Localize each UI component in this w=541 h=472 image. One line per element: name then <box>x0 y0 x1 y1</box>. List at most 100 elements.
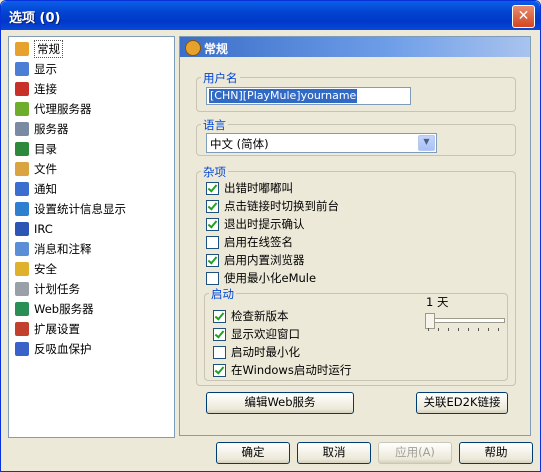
sidebar-item[interactable]: Web服务器 <box>15 299 94 319</box>
sidebar-item[interactable]: IRC <box>15 219 53 239</box>
window-title: 选项 (0) <box>9 11 61 26</box>
panel-header: 常规 <box>180 37 530 57</box>
sidebar-item-label: 通知 <box>34 182 57 196</box>
checkbox-label: 显示欢迎窗口 <box>231 327 300 341</box>
checkbox-option[interactable]: 检查新版本 <box>213 308 289 324</box>
checkbox-option[interactable]: 退出时提示确认 <box>206 216 305 232</box>
checkbox-option[interactable]: 使用最小化eMule <box>206 270 316 286</box>
notification-icon <box>15 182 29 196</box>
apply-button[interactable]: 应用(A) <box>378 442 452 464</box>
misc-label: 杂项 <box>201 164 228 180</box>
statistics-icon <box>15 202 29 216</box>
slider-tick <box>498 328 499 331</box>
checkbox-label: 在Windows启动时运行 <box>231 363 352 377</box>
sidebar-item-label: 文件 <box>34 162 57 176</box>
sidebar-item-label: 显示 <box>34 62 57 76</box>
sidebar-item-label: 反吸血保护 <box>34 342 92 356</box>
sidebar-item[interactable]: 计划任务 <box>15 279 80 299</box>
slider-tick <box>488 328 489 331</box>
language-label: 语言 <box>201 117 228 133</box>
sidebar-item-label: 扩展设置 <box>34 322 80 336</box>
connection-icon <box>15 82 29 96</box>
extension-icon <box>15 322 29 336</box>
gear-icon <box>185 40 201 56</box>
sidebar-item[interactable]: 安全 <box>15 259 57 279</box>
language-select[interactable]: 中文 (简体) ▼ <box>206 133 437 153</box>
checkbox[interactable] <box>213 345 226 359</box>
slider-thumb[interactable] <box>425 313 435 329</box>
sidebar-item[interactable]: 目录 <box>15 139 57 159</box>
username-value: [CHN][PlayMule]yourname <box>209 89 358 103</box>
checkbox[interactable] <box>206 253 219 267</box>
sidebar-item[interactable]: 反吸血保护 <box>15 339 92 359</box>
help-button[interactable]: 帮助 <box>459 442 533 464</box>
update-interval-slider[interactable] <box>425 312 505 332</box>
sidebar-item[interactable]: 通知 <box>15 179 57 199</box>
sidebar-item[interactable]: 文件 <box>15 159 57 179</box>
lock-icon <box>15 262 29 276</box>
schedule-icon <box>15 282 29 296</box>
checkbox[interactable] <box>206 235 219 249</box>
slider-track <box>425 318 505 323</box>
checkbox-label: 使用最小化eMule <box>224 271 317 285</box>
cancel-button[interactable]: 取消 <box>297 442 371 464</box>
title-bar[interactable]: 选项 (0) ✕ <box>1 1 540 30</box>
sidebar-item[interactable]: 消息和注释 <box>15 239 92 259</box>
associate-ed2k-button[interactable]: 关联ED2K链接 <box>416 392 508 414</box>
chevron-down-icon[interactable]: ▼ <box>418 135 435 151</box>
slider-tick <box>448 328 449 331</box>
sidebar-item[interactable]: 常规 <box>15 39 63 59</box>
sidebar-item[interactable]: 设置统计信息显示 <box>15 199 126 219</box>
checkbox-label: 启用内置浏览器 <box>224 253 305 267</box>
irc-icon <box>15 222 29 236</box>
sidebar-item[interactable]: 服务器 <box>15 119 69 139</box>
checkbox-label: 检查新版本 <box>231 309 289 323</box>
sidebar-item-label: 目录 <box>34 142 57 156</box>
display-icon <box>15 62 29 76</box>
slider-tick <box>468 328 469 331</box>
folder-icon <box>15 142 29 156</box>
checkbox[interactable] <box>206 181 219 195</box>
globe-icon <box>15 302 29 316</box>
sidebar-item[interactable]: 连接 <box>15 79 57 99</box>
checkbox[interactable] <box>206 217 219 231</box>
sidebar-item-label: 计划任务 <box>34 282 80 296</box>
checkbox-option[interactable]: 启用内置浏览器 <box>206 252 305 268</box>
checkbox-option[interactable]: 点击链接时切换到前台 <box>206 198 339 214</box>
startup-label: 启动 <box>209 286 236 302</box>
checkbox[interactable] <box>213 309 226 323</box>
checkbox[interactable] <box>206 271 219 285</box>
sidebar-item-label: IRC <box>34 222 53 236</box>
shield-icon <box>15 342 29 356</box>
checkbox[interactable] <box>213 327 226 341</box>
slider-tick <box>438 328 439 331</box>
checkbox-option[interactable]: 在Windows启动时运行 <box>213 362 351 378</box>
sidebar-item[interactable]: 代理服务器 <box>15 99 92 119</box>
checkbox-option[interactable]: 出错时嘟嘟叫 <box>206 180 293 196</box>
messages-icon <box>15 242 29 256</box>
sidebar-item[interactable]: 扩展设置 <box>15 319 80 339</box>
sidebar-item-label: 代理服务器 <box>34 102 92 116</box>
sidebar-item-label: 连接 <box>34 82 57 96</box>
language-value: 中文 (简体) <box>210 137 269 151</box>
sidebar-item-label: 服务器 <box>34 122 69 136</box>
file-icon <box>15 162 29 176</box>
username-input[interactable]: [CHN][PlayMule]yourname <box>206 87 411 105</box>
checkbox-label: 点击链接时切换到前台 <box>224 199 339 213</box>
sidebar-item-label: 设置统计信息显示 <box>34 202 126 216</box>
checkbox-option[interactable]: 启动时最小化 <box>213 344 300 360</box>
close-button[interactable]: ✕ <box>512 5 535 28</box>
edit-web-service-button[interactable]: 编辑Web服务 <box>206 392 354 414</box>
checkbox-option[interactable]: 启用在线签名 <box>206 234 293 250</box>
checkbox[interactable] <box>213 363 226 377</box>
update-interval-label: 1 天 <box>426 295 449 309</box>
checkbox-option[interactable]: 显示欢迎窗口 <box>213 326 300 342</box>
sidebar-item-label: 常规 <box>34 40 63 58</box>
sidebar-item-label: 消息和注释 <box>34 242 92 256</box>
checkbox-label: 退出时提示确认 <box>224 217 305 231</box>
ok-button[interactable]: 确定 <box>216 442 290 464</box>
checkbox[interactable] <box>206 199 219 213</box>
checkbox-label: 启动时最小化 <box>231 345 300 359</box>
proxy-icon <box>15 102 29 116</box>
sidebar-item[interactable]: 显示 <box>15 59 57 79</box>
